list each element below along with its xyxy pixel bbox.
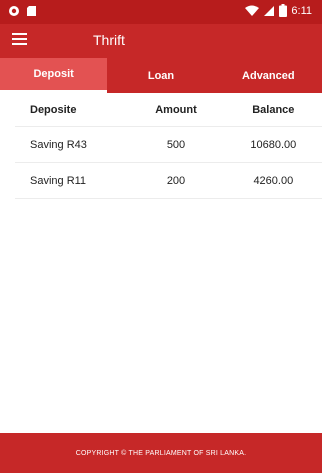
status-time: 6:11	[291, 4, 312, 17]
status-bar: 6:11	[0, 0, 322, 24]
wifi-icon	[245, 5, 260, 16]
battery-icon	[279, 4, 288, 17]
deposit-name-cell: Saving R43	[30, 138, 87, 151]
menu-icon[interactable]	[10, 30, 34, 50]
copyright-footer: COPYRIGHT © THE PARLIAMENT OF SRI LANKA.	[0, 433, 322, 473]
notification-app-icon	[9, 6, 19, 16]
tab-deposit[interactable]: Deposit	[0, 58, 108, 93]
table-row[interactable]: Saving R11 200 4260.00	[15, 163, 322, 199]
table-header-row: Deposite Amount Balance	[15, 93, 322, 127]
deposit-name-cell: Saving R11	[30, 174, 87, 187]
column-header-balance: Balance	[252, 103, 295, 116]
tab-advanced[interactable]: Advanced	[215, 58, 322, 93]
column-header-amount: Amount	[155, 103, 197, 116]
balance-cell: 10680.00	[250, 138, 297, 151]
app-bar: Thrift	[0, 24, 322, 58]
amount-cell: 200	[166, 174, 186, 187]
balance-cell: 4260.00	[253, 174, 294, 187]
table-row[interactable]: Saving R43 500 10680.00	[15, 127, 322, 163]
sd-card-icon	[27, 6, 36, 16]
app-title: Thrift	[93, 32, 125, 48]
amount-cell: 500	[166, 138, 186, 151]
deposit-table: Deposite Amount Balance Saving R43 500 1…	[15, 93, 322, 199]
tab-bar: Deposit Loan Advanced	[0, 58, 322, 93]
column-header-deposite: Deposite	[30, 103, 77, 116]
signal-icon	[264, 5, 275, 16]
tab-loan[interactable]: Loan	[107, 58, 214, 93]
